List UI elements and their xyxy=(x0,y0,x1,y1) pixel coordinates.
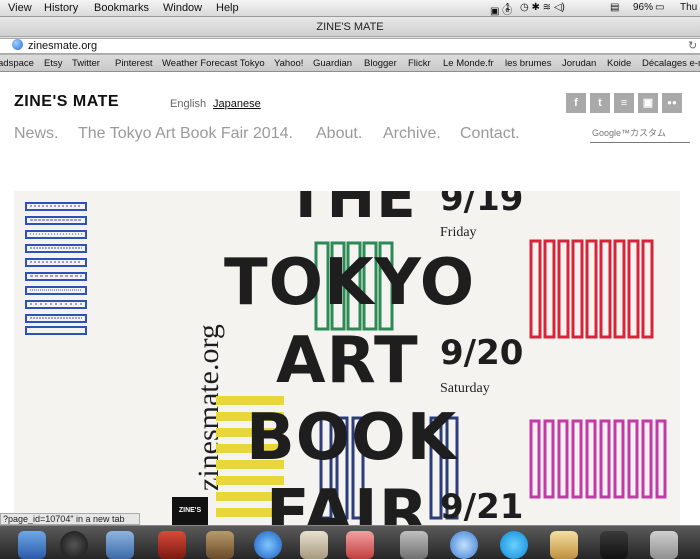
globe-icon xyxy=(12,39,23,50)
address-bar: zinesmate.org ↻ xyxy=(0,37,700,55)
bookmark-item[interactable]: Koide xyxy=(607,55,631,71)
dashboard-icon[interactable] xyxy=(60,531,88,559)
clock-day[interactable]: Thu xyxy=(680,2,697,13)
system-preferences-icon[interactable] xyxy=(400,531,428,559)
address-book-icon[interactable] xyxy=(206,531,234,559)
clock-icon[interactable]: ◷ ✱ ≋ ◁) xyxy=(520,2,565,13)
bookmark-item[interactable]: adspace xyxy=(0,55,34,71)
bookmark-item[interactable]: Blogger xyxy=(364,55,397,71)
app-store-icon[interactable] xyxy=(254,531,282,559)
poster-word-art: ART xyxy=(276,324,419,398)
window-title: ZINE'S MATE xyxy=(0,17,700,37)
bookmark-item[interactable]: Etsy xyxy=(44,55,62,71)
safari-icon[interactable] xyxy=(450,531,478,559)
hero-poster[interactable]: zinesmate.org ZINE'S THE TOKYO ART BOOK … xyxy=(14,191,680,525)
vertical-site-url: zinesmate.org xyxy=(164,191,225,525)
small-zines-logo: ZINE'S xyxy=(172,497,208,525)
address-field[interactable]: zinesmate.org xyxy=(0,38,700,54)
poster-word-tokyo: TOKYO xyxy=(224,246,476,320)
reload-icon[interactable]: ↻ xyxy=(688,39,697,52)
rss-icon[interactable]: ≡ xyxy=(614,93,634,113)
photos-icon[interactable] xyxy=(346,531,374,559)
bookmark-item[interactable]: Twitter xyxy=(72,55,100,71)
bookmark-item[interactable]: les brumes xyxy=(505,55,551,71)
date-1: 9/19 xyxy=(440,191,524,219)
bookmark-item[interactable]: Pinterest xyxy=(115,55,153,71)
flickr-icon[interactable]: ●● xyxy=(662,93,682,113)
bookmark-item[interactable]: Flickr xyxy=(408,55,431,71)
lang-english-link[interactable]: English xyxy=(170,98,206,110)
menu-help[interactable]: Help xyxy=(216,2,239,14)
nav-about[interactable]: About. xyxy=(316,125,362,143)
twitter-icon[interactable]: t xyxy=(590,93,610,113)
lang-japanese-link[interactable]: Japanese xyxy=(213,98,261,110)
bookmark-item[interactable]: Guardian xyxy=(313,55,352,71)
menu-view[interactable]: View xyxy=(8,2,32,14)
bookmark-item[interactable]: Jorudan xyxy=(562,55,596,71)
battery-icon[interactable]: ▭ xyxy=(655,2,664,13)
site-logo[interactable]: ZINE'S MATE xyxy=(14,93,119,111)
flag-icon[interactable]: ▤ xyxy=(610,2,619,13)
bookmarks-bar: adspace Etsy Twitter Pinterest Weather F… xyxy=(0,55,700,72)
nav-art-book-fair[interactable]: The Tokyo Art Book Fair 2014. xyxy=(78,125,293,143)
dock xyxy=(0,525,700,559)
photobooth-icon[interactable] xyxy=(158,531,186,559)
poster-word-fair: FAIR xyxy=(266,477,429,525)
nav-archive[interactable]: Archive. xyxy=(383,125,441,143)
iphoto-icon[interactable] xyxy=(300,531,328,559)
poster-word-the: THE xyxy=(286,191,417,231)
red-pattern-block xyxy=(529,239,654,339)
input-source-count[interactable]: 1 xyxy=(505,2,511,13)
bookmark-item[interactable]: Weather Forecast Tokyo xyxy=(162,55,265,71)
blue-pattern-column xyxy=(25,202,87,335)
menu-bar: View History Bookmarks Window Help ▣ ⓐ 1… xyxy=(0,0,700,17)
battery-percent[interactable]: 96% xyxy=(633,2,653,13)
search-input[interactable] xyxy=(590,125,690,141)
trash-icon[interactable] xyxy=(650,531,678,559)
search-box xyxy=(590,125,690,143)
menu-history[interactable]: History xyxy=(44,2,78,14)
url-text: zinesmate.org xyxy=(28,40,98,52)
bookmark-item[interactable]: Le Monde.fr xyxy=(443,55,494,71)
menu-bookmarks[interactable]: Bookmarks xyxy=(94,2,149,14)
finder-icon[interactable] xyxy=(18,531,46,559)
magenta-pattern-block xyxy=(529,419,667,499)
terminal-icon[interactable] xyxy=(600,531,628,559)
nav-contact[interactable]: Contact. xyxy=(460,125,520,143)
bookmark-item[interactable]: Yahoo! xyxy=(274,55,303,71)
day-1: Friday xyxy=(440,225,477,240)
bookmark-item[interactable]: Décalages e-n xyxy=(642,55,700,71)
preview-icon[interactable] xyxy=(106,531,134,559)
link-status-bar: ?page_id=10704" in a new tab xyxy=(0,513,140,525)
skype-icon[interactable] xyxy=(500,531,528,559)
date-2: 9/20 xyxy=(440,333,524,373)
facebook-icon[interactable]: f xyxy=(566,93,586,113)
poster-word-book: BOOK xyxy=(246,401,458,475)
date-3: 9/21 xyxy=(440,487,524,525)
menu-window[interactable]: Window xyxy=(163,2,202,14)
notes-icon[interactable] xyxy=(550,531,578,559)
web-page: ZINE'S MATE English Japanese f t ≡ ▣ ●● … xyxy=(0,73,700,525)
day-2: Saturday xyxy=(440,381,490,396)
nav-news[interactable]: News. xyxy=(14,125,58,143)
instagram-icon[interactable]: ▣ xyxy=(638,93,658,113)
